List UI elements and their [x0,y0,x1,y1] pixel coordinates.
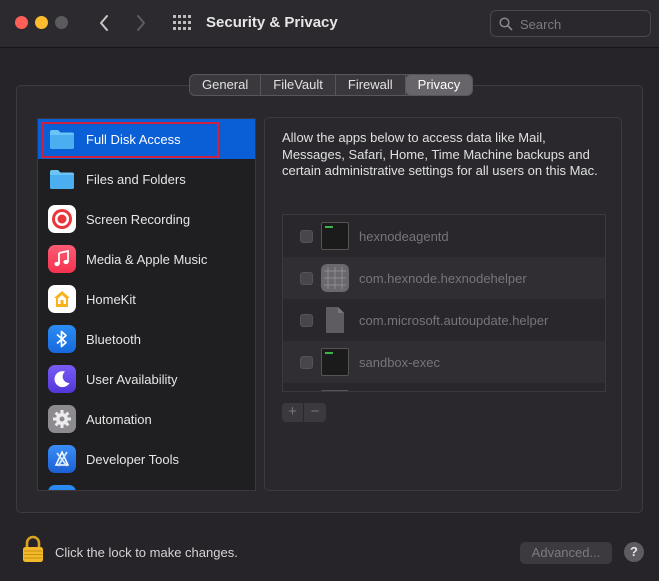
privacy-category-list: Full Disk Access Files and Folders Scree… [37,118,256,491]
terminal-icon [321,390,349,391]
sidebar-item-label: Automation [86,411,152,427]
window-title: Security & Privacy [206,14,338,31]
add-remove-control: + − [282,403,326,422]
permission-description: Allow the apps below to access data like… [282,130,598,178]
app-icon [48,485,76,490]
selection-highlight-outline [42,122,219,158]
permission-checkbox[interactable] [300,355,313,369]
list-item[interactable]: hexnodeagentd [283,215,605,257]
sidebar-item-label: Files and Folders [86,171,186,187]
list-item[interactable]: com.microsoft.autoupdate.helper [283,299,605,341]
sidebar-item-label: Screen Recording [86,211,191,227]
sidebar-item-partial[interactable] [38,479,255,490]
sidebar-item-developer-tools[interactable]: Developer Tools [38,439,255,479]
sidebar-item-label: User Availability [86,371,178,387]
terminal-icon [321,348,349,376]
developer-tools-icon [48,445,76,473]
app-name: hexnodeagentd [359,228,449,244]
add-app-button[interactable]: + [282,403,304,422]
sidebar-item-homekit[interactable]: HomeKit [38,279,255,319]
sidebar-item-bluetooth[interactable]: Bluetooth [38,319,255,359]
permission-checkbox[interactable] [300,313,313,327]
screen-recording-icon [48,205,76,233]
app-name: sandbox-exec [359,354,440,370]
app-name: com.microsoft.autoupdate.helper [359,312,549,328]
chevron-right-icon [137,15,145,31]
zoom-window-button[interactable] [55,16,68,29]
title-bar: Security & Privacy [0,0,659,48]
app-permission-list[interactable]: hexnodeagentd com.hexnode.hexnodehelper … [282,214,606,392]
permission-checkbox[interactable] [300,271,313,285]
folder-icon [50,170,74,189]
chevron-left-icon [100,15,108,31]
lock-instruction: Click the lock to make changes. [55,545,238,560]
search-field[interactable] [490,10,651,37]
moon-icon [48,365,76,393]
search-icon [499,17,513,31]
help-button[interactable]: ? [624,542,644,562]
minimize-window-button[interactable] [35,16,48,29]
bluetooth-icon [48,325,76,353]
list-item[interactable]: com.hexnode.hexnodehelper [283,257,605,299]
lock-icon[interactable] [21,535,45,563]
show-all-grid-icon[interactable] [173,15,191,31]
app-name: com.hexnode.hexnodehelper [359,270,527,286]
tab-privacy[interactable]: Privacy [405,75,473,95]
sidebar-item-media-apple-music[interactable]: Media & Apple Music [38,239,255,279]
sidebar-item-files-and-folders[interactable]: Files and Folders [38,159,255,199]
sidebar-item-label: Developer Tools [86,451,179,467]
forward-button[interactable] [130,11,152,35]
sidebar-item-automation[interactable]: Automation [38,399,255,439]
permission-checkbox[interactable] [300,229,313,243]
sidebar-item-screen-recording[interactable]: Screen Recording [38,199,255,239]
sidebar-item-label: Media & Apple Music [86,251,208,267]
list-item[interactable]: sandbox-exec [283,341,605,383]
list-item[interactable] [283,383,605,391]
tab-bar: General FileVault Firewall Privacy [189,74,474,96]
search-input[interactable] [520,15,644,33]
sidebar-item-label: HomeKit [86,291,136,307]
sidebar-item-user-availability[interactable]: User Availability [38,359,255,399]
homekit-icon [48,285,76,313]
tab-firewall[interactable]: Firewall [336,75,406,95]
document-icon [326,307,344,333]
sidebar-item-full-disk-access[interactable]: Full Disk Access [38,119,255,159]
advanced-button[interactable]: Advanced... [520,542,612,564]
terminal-icon [321,222,349,250]
gear-icon [48,405,76,433]
remove-app-button[interactable]: − [304,403,326,422]
music-note-icon [48,245,76,273]
sidebar-item-label: Bluetooth [86,331,141,347]
back-button[interactable] [93,11,115,35]
tab-general[interactable]: General [190,75,262,95]
app-grid-icon [321,264,349,292]
tab-filevault[interactable]: FileVault [261,75,336,95]
close-window-button[interactable] [15,16,28,29]
